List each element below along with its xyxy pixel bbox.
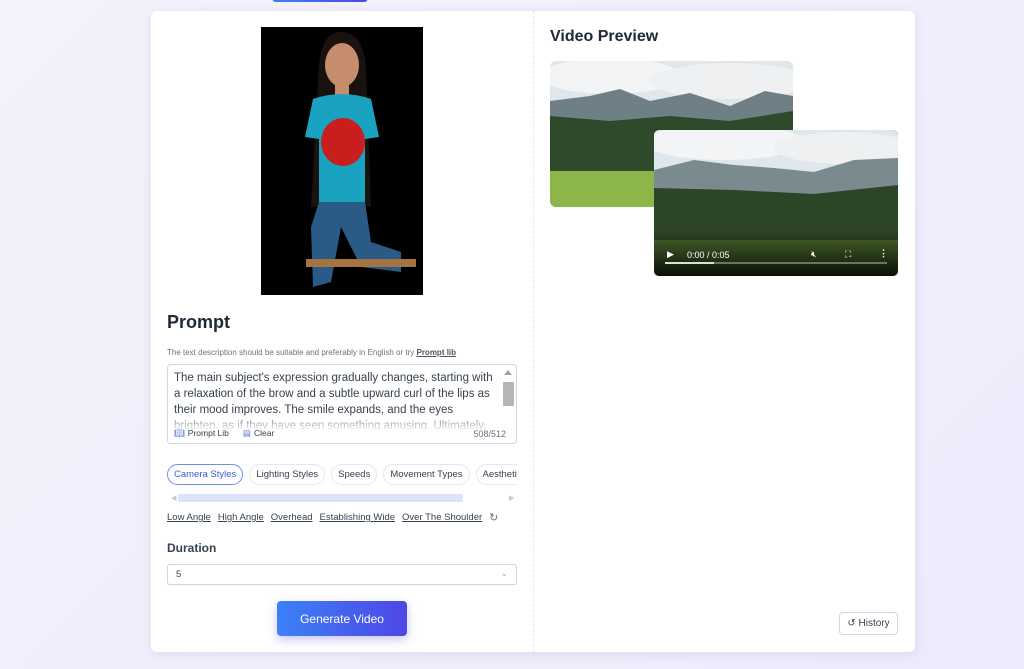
tab-aesthetic[interactable]: Aesthetic: [475, 464, 517, 485]
style-options: Low Angle High Angle Overhead Establishi…: [167, 511, 498, 524]
play-icon[interactable]: ▶: [667, 249, 674, 260]
video-preview-title: Video Preview: [550, 28, 659, 45]
scroll-left-icon[interactable]: ◀: [171, 494, 176, 502]
duration-select[interactable]: 5 ⌄: [167, 564, 517, 585]
video-player[interactable]: ▶ 0:00 / 0:05 🔇︎ ⛶ ⋮: [654, 130, 898, 276]
top-tab-bar: [368, 0, 788, 2]
refresh-icon[interactable]: ↻: [489, 511, 498, 524]
history-button[interactable]: ↺ History: [839, 612, 898, 635]
char-count: 508/512: [473, 429, 506, 439]
uploaded-image[interactable]: [261, 27, 423, 295]
prompt-lib-label: Prompt Lib: [187, 428, 229, 438]
prompt-lib-link[interactable]: Prompt lib: [416, 348, 456, 357]
prompt-textarea[interactable]: The main subject's expression gradually …: [167, 364, 517, 444]
duration-value: 5: [176, 569, 182, 580]
video-time: 0:00 / 0:05: [687, 250, 730, 260]
clear-icon: ▤: [242, 428, 251, 438]
main-card: Prompt The text description should be su…: [151, 11, 915, 652]
top-tab-active[interactable]: [272, 0, 368, 2]
option-low-angle[interactable]: Low Angle: [167, 512, 211, 523]
history-label: History: [858, 618, 890, 629]
scroll-right-icon[interactable]: ▶: [509, 494, 514, 502]
duration-label: Duration: [167, 541, 217, 555]
more-options-icon[interactable]: ⋮: [879, 248, 888, 259]
chevron-down-icon: ⌄: [500, 568, 508, 578]
clear-button[interactable]: ▤ Clear: [243, 428, 274, 439]
tab-speeds[interactable]: Speeds: [331, 464, 378, 485]
prompt-title: Prompt: [167, 312, 230, 332]
tab-movement-types[interactable]: Movement Types: [383, 464, 470, 485]
prompt-lib-button[interactable]: 📖︎ Prompt Lib: [174, 428, 229, 439]
tab-lighting-styles[interactable]: Lighting Styles: [249, 464, 326, 485]
prompt-hint-text: The text description should be suitable …: [167, 348, 415, 357]
option-overhead[interactable]: Overhead: [271, 512, 313, 523]
option-over-the-shoulder[interactable]: Over The Shoulder: [402, 512, 482, 523]
video-controls: ▶ 0:00 / 0:05 🔇︎ ⛶ ⋮: [654, 230, 898, 276]
clear-label: Clear: [253, 428, 275, 438]
option-high-angle[interactable]: High Angle: [218, 512, 264, 523]
fullscreen-icon[interactable]: ⛶: [845, 249, 851, 260]
video-progress[interactable]: [665, 262, 887, 264]
textarea-scrollbar[interactable]: [502, 367, 514, 429]
option-establishing-wide[interactable]: Establishing Wide: [320, 512, 396, 523]
prompt-hint: The text description should be suitable …: [167, 348, 456, 357]
tabs-scrollbar[interactable]: [178, 494, 463, 502]
style-tabs: Camera Styles Lighting Styles Speeds Mov…: [167, 464, 517, 485]
divider: [533, 11, 534, 652]
mute-icon[interactable]: 🔇︎: [811, 249, 817, 260]
history-icon: ↺: [847, 618, 856, 629]
book-icon: 📖︎: [174, 428, 185, 438]
tab-camera-styles[interactable]: Camera Styles: [167, 464, 244, 485]
generate-video-button[interactable]: Generate Video: [277, 601, 407, 636]
